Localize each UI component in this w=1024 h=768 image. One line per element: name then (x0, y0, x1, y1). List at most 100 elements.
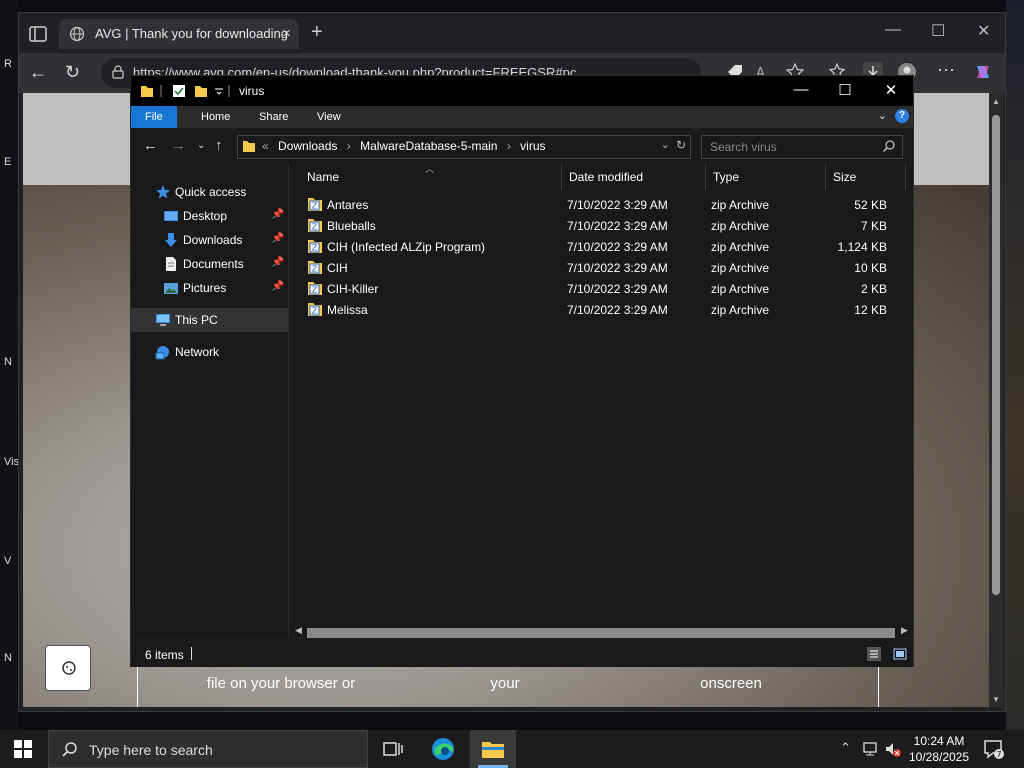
details-view-icon[interactable] (867, 647, 881, 661)
nav-item-quick-access[interactable]: Quick access (131, 180, 288, 204)
nav-item-network[interactable]: Network (131, 340, 288, 364)
column-header-size[interactable]: Size (833, 170, 856, 184)
svg-text:Z: Z (312, 202, 318, 211)
refresh-icon[interactable]: ↻ (676, 138, 686, 152)
scrollbar-thumb[interactable] (992, 115, 1000, 595)
pin-icon[interactable]: 📌 (272, 257, 284, 268)
chevron-down-icon[interactable]: ⌄ (661, 138, 670, 151)
nav-item-downloads[interactable]: Downloads 📌 (131, 228, 288, 252)
pin-icon[interactable]: 📌 (272, 233, 284, 244)
browser-maximize-button[interactable]: ☐ (931, 21, 945, 41)
tab-actions-icon[interactable] (27, 23, 49, 45)
ribbon-expand-icon[interactable]: ⌄ (878, 109, 887, 122)
new-tab-button[interactable]: + (311, 21, 323, 44)
file-row[interactable]: Z Melissa 7/10/2022 3:29 AM zip Archive 12 K… (299, 299, 899, 320)
nav-item-this-pc[interactable]: This PC (131, 308, 288, 332)
explorer-minimize-button[interactable]: — (791, 81, 811, 98)
scroll-left-icon[interactable]: ◀ (295, 625, 302, 636)
file-row[interactable]: Z CIH (Infected ALZip Program) 7/10/2022 3… (299, 236, 899, 257)
browser-tab[interactable]: AVG | Thank you for downloading × (59, 19, 299, 49)
ribbon-tab-view[interactable]: View (303, 106, 355, 128)
clock-time: 10:24 AM (913, 734, 965, 748)
explorer-search-box[interactable] (701, 135, 903, 159)
pin-icon[interactable]: 📌 (272, 281, 284, 292)
file-date-modified: 7/10/2022 3:29 AM (567, 282, 668, 296)
file-row[interactable]: Z Blueballs 7/10/2022 3:29 AM zip Archive 7 … (299, 215, 899, 236)
chevron-right-icon[interactable]: › (347, 139, 351, 153)
file-row[interactable]: Z CIH-Killer 7/10/2022 3:29 AM zip Archive 2… (299, 278, 899, 299)
site-info-icon[interactable] (111, 65, 125, 79)
taskbar-file-explorer[interactable] (470, 730, 516, 768)
nav-item-label: Network (175, 345, 220, 359)
breadcrumb-malwaredatabase[interactable]: MalwareDatabase-5-main (360, 139, 497, 153)
chevron-right-icon[interactable]: › (507, 139, 511, 153)
scroll-right-icon[interactable]: ▶ (901, 625, 908, 636)
desktop-label-fragment: N (4, 652, 12, 664)
back-arrow-icon[interactable]: ← (143, 137, 158, 154)
ribbon-tab-share[interactable]: Share (245, 106, 302, 128)
network-status-icon[interactable] (862, 740, 880, 758)
copilot-icon[interactable] (973, 62, 993, 82)
file-date-modified: 7/10/2022 3:29 AM (567, 261, 668, 275)
browser-close-button[interactable]: ✕ (977, 21, 990, 41)
breadcrumb-overflow[interactable]: « (262, 139, 269, 153)
pin-icon[interactable]: 📌 (272, 209, 284, 220)
scrollbar-thumb[interactable] (307, 628, 895, 638)
breadcrumb-virus[interactable]: virus (520, 139, 545, 153)
explorer-close-button[interactable]: ✕ (881, 81, 901, 99)
task-view-icon[interactable] (378, 734, 408, 764)
file-row[interactable]: Z CIH 7/10/2022 3:29 AM zip Archive 10 KB (299, 257, 899, 278)
nav-item-documents[interactable]: Documents 📌 (131, 252, 288, 276)
documents-icon (166, 257, 176, 271)
ribbon-tab-home[interactable]: Home (187, 106, 244, 128)
explorer-address-bar[interactable]: « Downloads › MalwareDatabase-5-main › v… (237, 135, 691, 159)
taskbar-search-box[interactable]: Type here to search (48, 730, 368, 768)
breadcrumb-downloads[interactable]: Downloads (278, 139, 337, 153)
svg-text:Z: Z (312, 223, 318, 232)
nav-item-label: Downloads (183, 233, 243, 247)
page-scrollbar[interactable]: ▲ ▼ (989, 93, 1003, 707)
notification-center-icon[interactable]: 7 (982, 738, 1004, 760)
column-header-name[interactable]: Name (307, 170, 339, 184)
file-size: 2 KB (860, 282, 887, 296)
column-divider[interactable] (825, 164, 826, 190)
nav-item-pictures[interactable]: Pictures 📌 (131, 276, 288, 300)
column-header-date-modified[interactable]: Date modified (569, 170, 643, 184)
up-arrow-icon[interactable]: ↑ (215, 137, 223, 154)
tab-close-button[interactable]: × (282, 25, 291, 42)
column-divider[interactable] (561, 164, 562, 190)
back-icon[interactable]: ← (29, 62, 47, 83)
ribbon-tab-file[interactable]: File (131, 106, 177, 128)
scroll-up-icon[interactable]: ▲ (992, 97, 1000, 106)
refresh-icon[interactable]: ↻ (65, 62, 80, 83)
help-icon[interactable]: ? (895, 109, 909, 123)
computer-icon (156, 314, 170, 326)
scroll-down-icon[interactable]: ▼ (992, 695, 1000, 704)
system-clock[interactable]: 10:24 AM 10/28/2025 (906, 733, 972, 765)
explorer-maximize-button[interactable]: ☐ (835, 81, 855, 99)
file-name: Antares (327, 198, 369, 212)
column-divider[interactable] (905, 164, 906, 190)
windows-start-icon[interactable] (12, 738, 34, 760)
browser-minimize-button[interactable]: — (885, 21, 901, 39)
forward-arrow-icon[interactable]: → (171, 137, 186, 154)
status-divider (191, 647, 192, 660)
nav-item-label: This PC (175, 313, 218, 327)
clock-date: 10/28/2025 (908, 750, 970, 764)
large-icons-view-icon[interactable] (893, 647, 907, 661)
search-input[interactable] (708, 139, 872, 155)
more-menu-icon[interactable]: ··· (937, 59, 955, 80)
column-divider[interactable] (705, 164, 706, 190)
chevron-up-icon[interactable]: ⌃ (840, 740, 851, 756)
horizontal-scrollbar[interactable]: ◀ ▶ (289, 625, 913, 638)
edge-browser-icon[interactable] (428, 734, 458, 764)
recent-locations-icon[interactable]: ⌄ (197, 140, 205, 151)
volume-muted-icon[interactable] (884, 740, 902, 758)
quick-access-toolbar-icon[interactable] (139, 83, 235, 99)
file-row[interactable]: Z Antares 7/10/2022 3:29 AM zip Archive 52 K… (299, 194, 899, 215)
cookie-settings-button[interactable] (45, 645, 91, 691)
column-header-type[interactable]: Type (713, 170, 739, 184)
zip-archive-icon: Z (308, 303, 322, 316)
search-icon[interactable] (882, 139, 896, 153)
nav-item-desktop[interactable]: Desktop 📌 (131, 204, 288, 228)
